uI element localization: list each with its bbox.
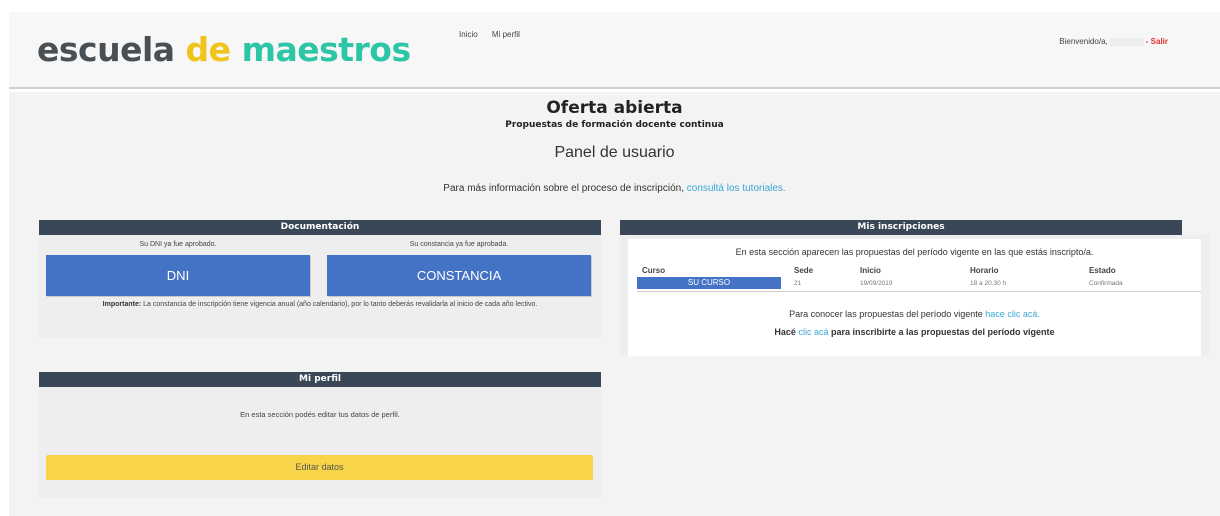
conocer-link[interactable]: hace clic acá. [985,309,1040,319]
logo-word-de: de [185,30,232,69]
info-text: Para más información sobre el proceso de… [443,183,684,194]
logo-word-maestros: maestros [241,30,412,69]
nav-mi-perfil-link[interactable]: Mi perfil [492,30,520,39]
page-subtitle: Propuestas de formación docente continua [505,120,724,130]
col-header-sede: Sede [794,266,814,275]
note-bold-label: Importante: [102,301,142,308]
note-text: La constancia de inscripción tiene vigen… [143,301,538,308]
editar-datos-button[interactable]: Editar datos [46,455,593,480]
dni-status: Su DNI ya fue aprobado. [139,241,217,248]
constancia-status: Su constancia ya fue aprobada. [409,241,509,248]
site-logo[interactable]: escuela de maestros [37,30,411,69]
col-header-horario: Horario [970,266,999,275]
col-header-curso: Curso [642,266,666,275]
info-line: Para más información sobre el proceso de… [9,183,1220,194]
redacted-username [1109,37,1144,46]
mi-perfil-header: Mi perfil [39,372,601,387]
conocer-text: Para conocer las propuestas del período … [789,309,983,319]
welcome-text: Bienvenido/a, [1059,37,1108,46]
nav-inicio-link[interactable]: Inicio [459,30,478,39]
col-header-estado: Estado [1089,266,1116,275]
panel-title: Panel de usuario [554,144,675,161]
importante-note: Importante: La constancia de inscripción… [46,300,594,309]
conocer-line: Para conocer las propuestas del período … [628,309,1201,319]
inscribirse-pre: Hacé [774,327,796,337]
page-title: Oferta abierta [546,98,683,118]
cell-sede: 21 [794,280,802,287]
dni-button[interactable]: DNI [46,255,310,296]
welcome-area: Bienvenido/a, - Salir [1059,37,1168,46]
cell-estado: Confirmada [1089,280,1123,287]
mi-perfil-text: En esta sección podés editar tus datos d… [240,410,400,419]
cell-horario: 18 a 20.30 h [970,280,1007,287]
logo-word-escuela: escuela [37,30,175,69]
curso-button[interactable]: SU CURSO [637,277,781,289]
inscribirse-link[interactable]: clic acá [798,327,828,337]
tutorials-link[interactable]: consultá los tutoriales. [687,183,786,194]
inscripciones-header: Mis inscripciones [620,220,1182,235]
logout-link[interactable]: - Salir [1146,37,1168,46]
inscribirse-line: Hacé clic acá para inscribirte a las pro… [628,327,1201,337]
inscripciones-intro: En esta sección aparecen las propuestas … [735,247,1094,257]
cell-inicio: 19/09/2019 [860,280,893,287]
col-header-inicio: Inicio [860,266,881,275]
site-header: escuela de maestros Inicio Mi perfil Bie… [9,12,1220,89]
table-row-divider [637,291,1201,292]
top-nav: Inicio Mi perfil [459,30,532,39]
mi-perfil-panel [39,387,601,498]
constancia-button[interactable]: CONSTANCIA [327,255,591,296]
documentacion-header: Documentación [39,220,601,235]
inscribirse-post: para inscribirte a las propuestas del pe… [830,327,1055,337]
